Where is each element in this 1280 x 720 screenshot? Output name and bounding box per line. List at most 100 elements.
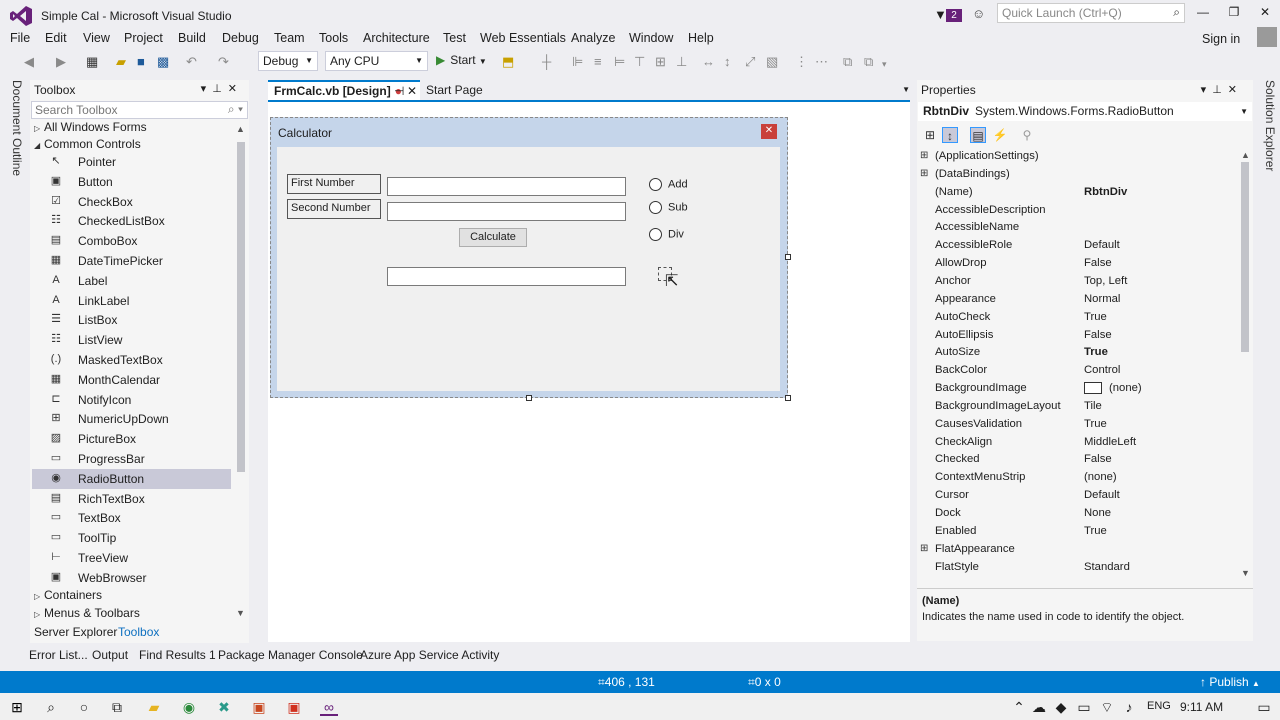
menu-window[interactable]: Window xyxy=(629,31,673,45)
publish-button[interactable]: ↑ Publish ▲ xyxy=(1200,675,1260,689)
make-same-width-icon[interactable]: ↔ xyxy=(702,54,715,69)
clock[interactable]: 9:11 AM xyxy=(1180,700,1223,714)
property-row[interactable]: AccessibleName xyxy=(917,219,1237,237)
scroll-up-icon[interactable]: ▲ xyxy=(236,124,245,134)
undo-icon[interactable]: ↶ xyxy=(186,54,197,70)
property-value[interactable]: Standard xyxy=(1084,561,1130,573)
toolbox-item[interactable]: ▣ Button xyxy=(32,172,231,192)
document-outline-tab[interactable]: Document Outline xyxy=(6,80,24,180)
object-selector[interactable]: RbtnDiv System.Windows.Forms.RadioButton ▼ xyxy=(918,102,1252,121)
tab-list-dropdown-icon[interactable]: ▼ xyxy=(902,85,910,94)
property-value[interactable]: (none) xyxy=(1084,471,1117,483)
property-row[interactable]: BackgroundImageLayout Tile xyxy=(917,398,1237,416)
align-grid-icon[interactable]: ┼ xyxy=(542,54,551,69)
resize-handle-right[interactable] xyxy=(785,254,791,260)
back-icon[interactable]: ◀ xyxy=(24,54,34,70)
close-icon[interactable]: ✕ xyxy=(228,83,243,95)
notification-flag-icon[interactable]: ▼ xyxy=(934,7,947,22)
menu-test[interactable]: Test xyxy=(443,31,466,45)
menu-analyze[interactable]: Analyze xyxy=(571,31,615,45)
close-icon[interactable]: ✕ xyxy=(1228,84,1243,96)
toolbar-overflow-icon[interactable]: ▾ xyxy=(882,59,887,70)
tray-app-icon[interactable]: ☁ xyxy=(1030,698,1048,716)
toolbox-category[interactable]: ◢ Common Controls xyxy=(34,137,141,151)
tab-frmcalc-design[interactable]: FrmCalc.vb [Design] ● ⊣ ✕ xyxy=(268,80,420,100)
property-row[interactable]: BackgroundImage (none) xyxy=(917,380,1237,398)
browser-link-icon[interactable]: ⬒ xyxy=(502,54,514,70)
new-project-icon[interactable]: ▦ xyxy=(86,54,98,70)
property-value[interactable]: Top, Left xyxy=(1084,275,1127,287)
spacing-horizontal-icon[interactable]: ⋮ xyxy=(795,54,808,70)
toolbox-item[interactable]: ☷ CheckedListBox xyxy=(32,211,231,231)
property-row[interactable]: Enabled True xyxy=(917,523,1237,541)
toolbox-item[interactable]: ☰ ListBox xyxy=(32,310,231,330)
property-row[interactable]: Anchor Top, Left xyxy=(917,273,1237,291)
toolbox-item[interactable]: ⊢ TreeView xyxy=(32,548,231,568)
scroll-up-icon[interactable]: ▲ xyxy=(1241,150,1250,160)
toolbox-item[interactable]: ▦ MonthCalendar xyxy=(32,370,231,390)
pin-icon[interactable]: ⊥ xyxy=(1212,84,1228,96)
toolbox-item[interactable]: A LinkLabel xyxy=(32,291,231,311)
property-pages-icon[interactable]: ⚲ xyxy=(1019,127,1035,143)
pin-icon[interactable]: ⊥ xyxy=(212,83,228,95)
scroll-down-icon[interactable]: ▼ xyxy=(236,608,245,618)
toolbox-item[interactable]: ▤ ComboBox xyxy=(32,231,231,251)
app-icon[interactable]: ✖ xyxy=(215,698,233,716)
property-value[interactable]: Normal xyxy=(1084,293,1120,305)
radio-add[interactable]: Add xyxy=(649,178,688,191)
dropdown-icon[interactable]: ▾ xyxy=(1201,84,1213,96)
avatar[interactable] xyxy=(1257,27,1277,47)
close-tab-icon[interactable]: ✕ xyxy=(407,84,417,98)
toolbox-item[interactable]: ☑ CheckBox xyxy=(32,192,231,212)
resize-handle-corner[interactable] xyxy=(785,395,791,401)
radio-sub[interactable]: Sub xyxy=(649,201,688,214)
property-row[interactable]: ⊞ FlatAppearance xyxy=(917,541,1237,559)
spacing-vertical-icon[interactable]: ⋯ xyxy=(815,54,828,70)
menu-build[interactable]: Build xyxy=(178,31,206,45)
property-row[interactable]: ⊞ (ApplicationSettings) xyxy=(917,148,1237,166)
property-row[interactable]: AccessibleDescription xyxy=(917,202,1237,220)
menu-file[interactable]: File xyxy=(10,31,30,45)
align-bottoms-icon[interactable]: ⊥ xyxy=(676,54,687,70)
toolbox-item[interactable]: ▭ ProgressBar xyxy=(32,449,231,469)
menu-web-essentials[interactable]: Web Essentials xyxy=(480,31,566,45)
menu-tools[interactable]: Tools xyxy=(319,31,348,45)
scrollbar-thumb[interactable] xyxy=(1241,162,1249,352)
toolbox-scrollbar[interactable]: ▲ ▼ xyxy=(232,122,249,620)
result-textbox[interactable] xyxy=(387,267,626,286)
forward-icon[interactable]: ▶ xyxy=(56,54,66,70)
align-centers-icon[interactable]: ≡ xyxy=(594,54,602,69)
property-value[interactable]: True xyxy=(1084,525,1107,537)
toolbox-item[interactable]: ⊞ NumericUpDown xyxy=(32,409,231,429)
sign-in-link[interactable]: Sign in xyxy=(1202,32,1240,46)
menu-edit[interactable]: Edit xyxy=(45,31,67,45)
toolbox-item[interactable]: ▭ TextBox xyxy=(32,508,231,528)
toolbox-item[interactable]: ⊏ NotifyIcon xyxy=(32,390,231,410)
toolbox-item[interactable]: ▨ PictureBox xyxy=(32,429,231,449)
scroll-down-icon[interactable]: ▼ xyxy=(1241,568,1250,578)
close-button[interactable]: ✕ xyxy=(1250,5,1280,23)
menu-architecture[interactable]: Architecture xyxy=(363,31,430,45)
property-row[interactable]: FlatStyle Standard xyxy=(917,559,1237,577)
property-row[interactable]: Checked False xyxy=(917,451,1237,469)
toolbox-item[interactable]: A Label xyxy=(32,271,231,291)
property-value[interactable]: Default xyxy=(1084,239,1120,251)
property-row[interactable]: AllowDrop False xyxy=(917,255,1237,273)
tray-overflow-icon[interactable]: ⌃ xyxy=(1010,698,1028,716)
task-view-icon[interactable]: ⧉ xyxy=(108,698,126,716)
pin-icon[interactable]: ⊣ xyxy=(394,84,404,98)
second-number-textbox[interactable] xyxy=(387,202,626,221)
property-value[interactable]: Control xyxy=(1084,364,1120,376)
toolbox-item[interactable]: ▣ WebBrowser xyxy=(32,568,231,588)
tab-azure-app-service-activity[interactable]: Azure App Service Activity xyxy=(360,648,499,662)
menu-project[interactable]: Project xyxy=(124,31,163,45)
minimize-button[interactable]: — xyxy=(1188,5,1218,23)
alphabetical-icon[interactable]: ↕ xyxy=(942,127,958,143)
tab-server-explorer[interactable]: Server Explorer xyxy=(34,625,117,639)
resize-handle-bottom[interactable] xyxy=(526,395,532,401)
make-same-size-icon[interactable]: ⤢ xyxy=(745,54,755,70)
property-row[interactable]: ContextMenuStrip (none) xyxy=(917,469,1237,487)
property-value[interactable]: None xyxy=(1084,507,1111,519)
network-icon[interactable]: ⌔ xyxy=(1098,698,1116,716)
toolbox-item[interactable]: ☷ ListView xyxy=(32,330,231,350)
